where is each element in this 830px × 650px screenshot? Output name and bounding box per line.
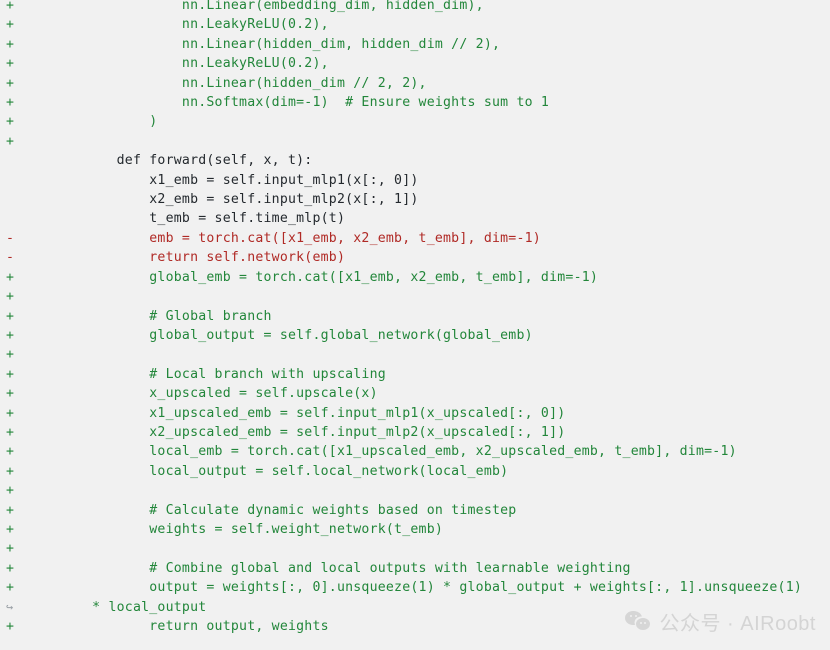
diff-line: - emb = torch.cat([x1_emb, x2_emb, t_emb… — [0, 229, 830, 248]
diff-line: + x_upscaled = self.upscale(x) — [0, 384, 830, 403]
diff-line: + local_emb = torch.cat([x1_upscaled_emb… — [0, 442, 830, 461]
diff-line: + # Global branch — [0, 307, 830, 326]
diff-line-marker: + — [6, 502, 15, 518]
diff-line-code: t_emb = self.time_mlp(t) — [84, 211, 346, 227]
diff-line-code: ) — [84, 114, 158, 130]
diff-line-code: local_emb = torch.cat([x1_upscaled_emb, … — [84, 444, 737, 460]
diff-line-code: x_upscaled = self.upscale(x) — [84, 386, 378, 402]
diff-line-marker: + — [6, 521, 15, 537]
diff-line-code: # Local branch with upscaling — [84, 366, 386, 382]
diff-line-code: emb = torch.cat([x1_emb, x2_emb, t_emb],… — [84, 230, 541, 246]
diff-line-code: x2_upscaled_emb = self.input_mlp2(x_upsc… — [84, 424, 566, 440]
diff-line-code: weights = self.weight_network(t_emb) — [84, 521, 444, 537]
diff-line-code: local_output = self.local_network(local_… — [84, 463, 509, 479]
diff-line: + # Combine global and local outputs wit… — [0, 559, 830, 578]
diff-line-code: output = weights[:, 0].unsqueeze(1) * gl… — [84, 580, 803, 596]
diff-line-marker: + — [6, 405, 15, 421]
diff-line-code: x1_upscaled_emb = self.input_mlp1(x_upsc… — [84, 405, 566, 421]
diff-line: + global_emb = torch.cat([x1_emb, x2_emb… — [0, 268, 830, 287]
diff-line-marker: ↪ — [6, 599, 14, 614]
diff-line-marker: + — [6, 386, 15, 402]
diff-line: + nn.Linear(embedding_dim, hidden_dim), — [0, 0, 830, 15]
diff-line: + weights = self.weight_network(t_emb) — [0, 520, 830, 539]
diff-line-marker: - — [6, 230, 15, 246]
diff-line-code: nn.Linear(hidden_dim // 2, 2), — [84, 75, 427, 91]
diff-line: + nn.Softmax(dim=-1) # Ensure weights su… — [0, 93, 830, 112]
diff-line: ↪ * local_output — [0, 598, 830, 617]
diff-line-code: global_emb = torch.cat([x1_emb, x2_emb, … — [84, 269, 599, 285]
diff-line-code: global_output = self.global_network(glob… — [84, 327, 533, 343]
diff-line-code: return self.network(emb) — [84, 250, 346, 266]
diff-line: t_emb = self.time_mlp(t) — [0, 209, 830, 228]
diff-line: + # Calculate dynamic weights based on t… — [0, 501, 830, 520]
diff-line: + ) — [0, 112, 830, 131]
diff-line: + — [0, 287, 830, 306]
diff-line: + output = weights[:, 0].unsqueeze(1) * … — [0, 578, 830, 597]
diff-line-marker: + — [6, 75, 15, 91]
diff-line: + — [0, 481, 830, 500]
diff-line-marker: + — [6, 619, 15, 634]
diff-line-code: # Combine global and local outputs with … — [84, 560, 631, 576]
diff-line: + nn.LeakyReLU(0.2), — [0, 15, 830, 34]
diff-line-code: x1_emb = self.input_mlp1(x[:, 0]) — [84, 172, 419, 188]
diff-line-code: nn.LeakyReLU(0.2), — [84, 17, 329, 33]
diff-line: x1_emb = self.input_mlp1(x[:, 0]) — [0, 171, 830, 190]
diff-line-code: def forward(self, x, t): — [84, 153, 313, 169]
diff-line-code: * local_output — [84, 599, 207, 615]
diff-line: + — [0, 132, 830, 151]
diff-line-code: x2_emb = self.input_mlp2(x[:, 1]) — [84, 192, 419, 208]
diff-line-marker: + — [6, 327, 15, 343]
diff-line: - return self.network(emb) — [0, 248, 830, 267]
diff-line: x2_emb = self.input_mlp2(x[:, 1]) — [0, 190, 830, 209]
diff-line: + x2_upscaled_emb = self.input_mlp2(x_up… — [0, 423, 830, 442]
diff-line-list: + nn.Linear(embedding_dim, hidden_dim), +… — [0, 0, 830, 636]
diff-line-marker: + — [6, 114, 15, 130]
diff-line-marker: + — [6, 444, 15, 460]
diff-line: + — [0, 539, 830, 558]
diff-line-marker: + — [6, 347, 15, 363]
diff-line-code: # Global branch — [84, 308, 272, 324]
diff-line-marker: + — [6, 541, 15, 557]
diff-line: + local_output = self.local_network(loca… — [0, 462, 830, 481]
diff-line: + nn.LeakyReLU(0.2), — [0, 54, 830, 73]
diff-line: + nn.Linear(hidden_dim // 2, 2), — [0, 74, 830, 93]
diff-line: def forward(self, x, t): — [0, 151, 830, 170]
diff-line-marker: + — [6, 424, 15, 440]
diff-line: + — [0, 345, 830, 364]
diff-line-marker: + — [6, 269, 15, 285]
diff-line-marker: + — [6, 560, 15, 576]
diff-line-code: return output, weights — [84, 619, 329, 634]
diff-line-marker: + — [6, 36, 15, 52]
diff-line-code: # Calculate dynamic weights based on tim… — [84, 502, 517, 518]
diff-line-marker: + — [6, 95, 15, 111]
diff-line-marker: + — [6, 366, 15, 382]
diff-line-marker: + — [6, 289, 15, 305]
diff-line-code: nn.Linear(embedding_dim, hidden_dim), — [84, 0, 484, 13]
diff-line-marker: + — [6, 308, 15, 324]
diff-line-marker: + — [6, 580, 15, 596]
diff-line: + x1_upscaled_emb = self.input_mlp1(x_up… — [0, 404, 830, 423]
diff-line: + return output, weights — [0, 617, 830, 636]
diff-line-marker: + — [6, 0, 15, 13]
diff-line-marker: + — [6, 483, 15, 499]
diff-line: + # Local branch with upscaling — [0, 365, 830, 384]
diff-line-code: nn.LeakyReLU(0.2), — [84, 56, 329, 72]
diff-line-code: nn.Linear(hidden_dim, hidden_dim // 2), — [84, 36, 501, 52]
diff-line-marker: + — [6, 56, 15, 72]
diff-viewer: + nn.Linear(embedding_dim, hidden_dim), +… — [0, 0, 830, 650]
diff-line-marker: + — [6, 463, 15, 479]
diff-line-marker: + — [6, 17, 15, 33]
diff-line: + nn.Linear(hidden_dim, hidden_dim // 2)… — [0, 35, 830, 54]
diff-line-marker: + — [6, 133, 15, 149]
diff-line-code: nn.Softmax(dim=-1) # Ensure weights sum … — [84, 95, 550, 111]
diff-line: + global_output = self.global_network(gl… — [0, 326, 830, 345]
diff-line-marker: - — [6, 250, 15, 266]
